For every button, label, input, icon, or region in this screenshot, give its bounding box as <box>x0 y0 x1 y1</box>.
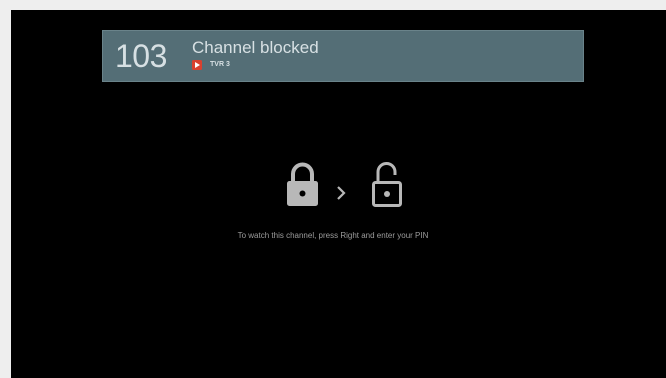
channel-banner: 103 Channel blocked TVR 3 <box>102 30 584 82</box>
play-icon <box>192 60 202 70</box>
outer-frame: 103 Channel blocked TVR 3 To watch this … <box>0 0 666 378</box>
channel-source: TVR 3 <box>192 59 230 71</box>
channel-name: TVR 3 <box>210 61 230 68</box>
lock-closed-icon <box>287 162 318 206</box>
channel-blocked-title: Channel blocked <box>192 38 319 57</box>
tv-screen: 103 Channel blocked TVR 3 <box>11 10 666 378</box>
pin-instruction-text: To watch this channel, press Right and e… <box>237 231 429 240</box>
chevron-right-icon <box>337 186 346 200</box>
lock-open-icon <box>372 162 402 207</box>
channel-number: 103 <box>115 38 167 74</box>
unlock-hint-icons <box>287 161 402 209</box>
